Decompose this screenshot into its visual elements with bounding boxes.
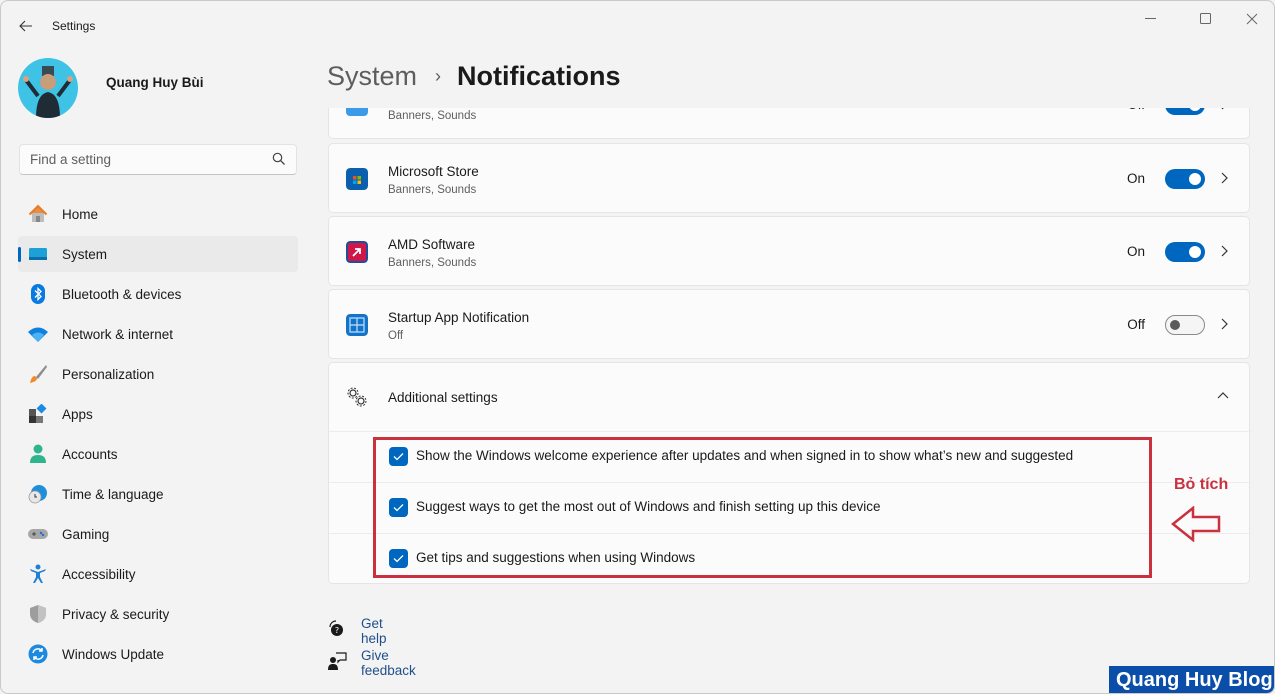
- svg-text:?: ?: [335, 626, 339, 635]
- help-icon: ?: [329, 620, 343, 636]
- home-icon: [28, 204, 48, 222]
- sidebar-item-accessibility[interactable]: Accessibility: [18, 556, 298, 592]
- watermark: Quang Huy Blog: [1109, 666, 1274, 693]
- sidebar-item-windows-update[interactable]: Windows Update: [18, 636, 298, 672]
- additional-settings-card: Additional settings Show the Windows wel…: [328, 362, 1251, 584]
- option-tips-suggestions[interactable]: Get tips and suggestions when using Wind…: [329, 533, 1251, 584]
- sidebar-item-network[interactable]: Network & internet: [18, 316, 298, 352]
- system-icon: [29, 248, 47, 260]
- search-icon[interactable]: [272, 152, 286, 166]
- breadcrumb-parent[interactable]: System: [327, 61, 417, 92]
- notifications-content: Banners, Sounds Off Microsoft Store Bann…: [327, 108, 1251, 693]
- chevron-right-icon[interactable]: [1221, 108, 1229, 110]
- sidebar-item-home[interactable]: Home: [18, 196, 298, 232]
- microsoft-store-icon: [346, 168, 368, 190]
- amd-software-toggle[interactable]: [1165, 242, 1205, 262]
- sidebar-item-bluetooth[interactable]: Bluetooth & devices: [18, 276, 298, 312]
- app-row-startup-app-notification[interactable]: Startup App Notification Off Off: [328, 289, 1250, 359]
- avatar-figure-icon: [23, 66, 73, 118]
- brush-icon: [30, 365, 47, 383]
- amd-software-icon: [346, 241, 368, 263]
- option-welcome-experience[interactable]: Show the Windows welcome experience afte…: [329, 431, 1251, 482]
- notification-toggle[interactable]: [1165, 108, 1205, 115]
- annotation-arrow-left-icon: [1171, 506, 1221, 542]
- microsoft-store-toggle[interactable]: [1165, 169, 1205, 189]
- close-icon: [1246, 13, 1258, 25]
- chevron-right-icon[interactable]: [1221, 172, 1229, 184]
- startup-app-toggle[interactable]: [1165, 315, 1205, 335]
- page-title: Notifications: [457, 61, 621, 91]
- sidebar-item-gaming[interactable]: Gaming: [18, 516, 298, 552]
- sidebar-item-personalization[interactable]: Personalization: [18, 356, 298, 392]
- breadcrumb: System › Notifications: [327, 61, 621, 92]
- shield-icon: [30, 605, 46, 623]
- chevron-up-icon[interactable]: [1217, 391, 1229, 399]
- checkmark-icon: [393, 555, 404, 563]
- wifi-icon: [28, 327, 48, 342]
- account-icon: [30, 444, 46, 463]
- back-button[interactable]: [15, 15, 37, 37]
- app-row-microsoft-store[interactable]: Microsoft Store Banners, Sounds On: [328, 143, 1250, 213]
- sidebar-item-apps[interactable]: Apps: [18, 396, 298, 432]
- checkmark-icon: [393, 453, 404, 461]
- app-icon: [346, 108, 368, 116]
- tips-suggestions-checkbox[interactable]: [389, 549, 408, 568]
- title-bar: Settings: [1, 1, 1274, 51]
- sidebar-item-time-language[interactable]: Time & language: [18, 476, 298, 512]
- feedback-icon: [328, 652, 347, 670]
- maximize-icon: [1200, 13, 1211, 24]
- suggest-ways-checkbox[interactable]: [389, 498, 408, 517]
- app-row-amd-software[interactable]: AMD Software Banners, Sounds On: [328, 216, 1250, 286]
- gears-icon: [347, 387, 367, 407]
- profile-name: Quang Huy Bùi: [106, 74, 204, 90]
- sidebar-item-accounts[interactable]: Accounts: [18, 436, 298, 472]
- startup-app-icon: [346, 314, 368, 336]
- minimize-icon: [1145, 18, 1156, 19]
- avatar: [18, 58, 78, 118]
- search-input[interactable]: [20, 145, 260, 174]
- chevron-right-icon[interactable]: [1221, 245, 1229, 257]
- globe-clock-icon: [28, 485, 47, 504]
- sidebar-item-system[interactable]: System: [18, 236, 298, 272]
- checkmark-icon: [393, 504, 404, 512]
- minimize-button[interactable]: [1136, 9, 1166, 29]
- update-icon: [28, 644, 48, 664]
- welcome-experience-checkbox[interactable]: [389, 447, 408, 466]
- app-title: Settings: [52, 19, 96, 33]
- chevron-right-icon[interactable]: [1221, 318, 1229, 330]
- annotation-text: Bỏ tích: [1174, 476, 1229, 493]
- breadcrumb-chevron-icon: ›: [435, 66, 442, 86]
- sidebar-item-privacy[interactable]: Privacy & security: [18, 596, 298, 632]
- app-notification-row[interactable]: Banners, Sounds Off: [328, 108, 1250, 139]
- user-profile[interactable]: Quang Huy Bùi: [18, 58, 204, 118]
- back-arrow-icon: [19, 20, 32, 32]
- maximize-button[interactable]: [1191, 9, 1221, 29]
- additional-settings-header[interactable]: Additional settings: [329, 363, 1249, 431]
- search-box[interactable]: [19, 144, 297, 175]
- gamepad-icon: [28, 529, 48, 539]
- accessibility-icon: [30, 564, 46, 583]
- settings-window: Settings Quang Huy Bùi Find a setting Ho…: [0, 0, 1275, 694]
- option-suggest-ways[interactable]: Suggest ways to get the most out of Wind…: [329, 482, 1251, 533]
- sidebar-nav: Home System Bluetooth & devices Network …: [18, 196, 298, 676]
- apps-icon: [29, 404, 47, 423]
- bluetooth-icon: [31, 284, 45, 304]
- close-button[interactable]: [1237, 9, 1267, 29]
